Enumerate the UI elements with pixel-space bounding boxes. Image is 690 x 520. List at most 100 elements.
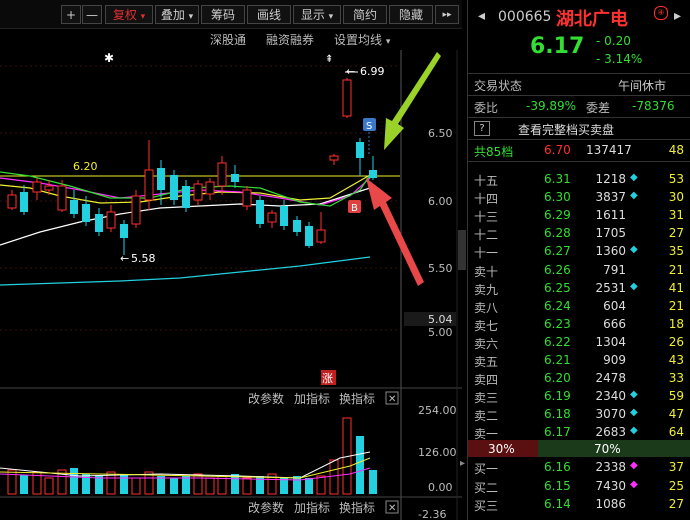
full-book-link[interactable]: 查看完整档买卖盘 xyxy=(518,121,614,138)
book-volume: 7430 xyxy=(595,478,626,493)
limit-up-label: 涨 xyxy=(322,372,333,385)
book-price: 6.15 xyxy=(544,478,571,493)
book-level: 十一 xyxy=(474,246,499,261)
huaxian-button[interactable]: 画线 xyxy=(247,5,291,24)
book-level: 买二 xyxy=(474,480,499,495)
vol-switch-indicator-button[interactable]: 换指标 xyxy=(339,391,375,406)
book-count: 21 xyxy=(668,298,684,313)
book-count: 33 xyxy=(668,371,684,386)
macd-switch-indicator-button[interactable]: 换指标 xyxy=(339,500,375,515)
volume-bar xyxy=(280,478,288,494)
kline-chart[interactable]: ✱ ⇞ ← 6.99 ← 5.58 6.20 S B 涨 6.50 6.00 5… xyxy=(0,50,462,520)
book-count: 64 xyxy=(668,425,684,440)
price-change-pct: - 3.14% xyxy=(596,52,643,66)
book-level: 卖七 xyxy=(474,318,499,333)
book-row[interactable]: 买三 6.14 1086 27 xyxy=(468,496,690,514)
book-level: 卖九 xyxy=(474,282,499,297)
close-icon[interactable]: ✕ xyxy=(388,503,396,514)
book-row[interactable]: 卖五 6.21 909 43 xyxy=(468,352,690,370)
jianyue-button[interactable]: 简约 xyxy=(343,5,387,24)
book-row[interactable]: 卖六 6.22 1304 26 xyxy=(468,334,690,352)
diamond-icon: ◆ xyxy=(630,478,638,490)
weibi-label: 委比 xyxy=(474,101,499,115)
candle-body xyxy=(131,195,141,225)
candle-body xyxy=(369,170,377,178)
book-count: 53 xyxy=(668,172,684,186)
volume-bar xyxy=(193,473,203,495)
volume-bar xyxy=(7,469,17,495)
book-level: 卖四 xyxy=(474,373,499,388)
candle-body xyxy=(82,204,90,222)
book-price: 6.18 xyxy=(544,407,571,422)
candle-body xyxy=(144,169,154,201)
book-row[interactable]: 买一 6.16 2338 ◆ 37 xyxy=(468,459,690,477)
book-count: 25 xyxy=(668,478,684,493)
xianshi-dropdown[interactable]: 显示 ▾ xyxy=(293,5,341,24)
chouma-button[interactable]: 筹码 xyxy=(201,5,245,24)
zoom-in-button[interactable]: + xyxy=(61,5,81,24)
book-volume: 1611 xyxy=(595,208,626,223)
caret-down-icon: ▾ xyxy=(328,12,334,22)
macd-param-button[interactable]: 改参数 xyxy=(248,500,284,515)
book-volume: 2478 xyxy=(595,371,626,386)
book-volume: 3070 xyxy=(595,407,626,422)
book-row[interactable]: 卖二 6.18 3070 ◆ 47 xyxy=(468,406,690,424)
volume-bar xyxy=(205,477,215,495)
vol-label: 254.00 xyxy=(418,404,457,417)
vol-param-button[interactable]: 改参数 xyxy=(248,391,284,406)
candle-body xyxy=(95,214,103,232)
book-price: 6.22 xyxy=(544,334,571,349)
book-row[interactable]: 卖十 6.26 791 21 xyxy=(468,262,690,280)
panel-toggle-handle[interactable] xyxy=(458,230,466,270)
zoom-out-button[interactable]: — xyxy=(82,5,102,24)
book-row[interactable]: 十一 6.27 1360 ◆ 35 xyxy=(468,243,690,261)
book-row[interactable]: 卖八 6.24 604 21 xyxy=(468,298,690,316)
book-level: 卖八 xyxy=(474,300,499,315)
y-label: 5.00 xyxy=(428,326,453,339)
book-count: 18 xyxy=(668,316,684,331)
book-row[interactable]: 十四 6.30 3837 ◆ 30 xyxy=(468,189,690,207)
volume-bar xyxy=(131,477,141,495)
book-row[interactable]: 买二 6.15 7430 ◆ 25 xyxy=(468,478,690,496)
volume-bar xyxy=(70,468,78,494)
chart-subbar: 深股通 融资融券 设置均线 ▾ xyxy=(0,28,402,50)
book-row[interactable]: 卖四 6.20 2478 33 xyxy=(468,370,690,388)
weibi-value: -39.89% xyxy=(526,99,577,113)
candle-body xyxy=(256,200,264,224)
chevron-right-icon[interactable]: ▸ xyxy=(460,458,465,469)
candle-body xyxy=(182,186,190,208)
macd-add-indicator-button[interactable]: 加指标 xyxy=(294,500,330,515)
help-icon[interactable]: ? xyxy=(474,121,490,136)
fuquan-dropdown[interactable]: 复权 ▾ xyxy=(105,5,153,24)
rongzi-link[interactable]: 融资融券 xyxy=(266,31,314,48)
book-count: 30 xyxy=(668,190,684,205)
book-level: 买一 xyxy=(474,462,499,476)
book-price: 6.20 xyxy=(544,371,571,386)
book-row[interactable]: 十三 6.29 1611 31 xyxy=(468,207,690,225)
more-icon[interactable]: ▸▸ xyxy=(435,5,459,24)
yincang-button[interactable]: 隐藏 xyxy=(389,5,433,24)
book-volume: 1705 xyxy=(595,226,626,241)
volume-bar xyxy=(44,477,54,495)
quote-panel: ◂ 000665 湖北广电 ④ ▸ 6.17 - 0.20 - 3.14% 交易… xyxy=(467,0,690,520)
candle-body xyxy=(205,181,215,195)
ma-line xyxy=(0,256,371,286)
close-icon[interactable]: ✕ xyxy=(388,394,396,405)
book-volume: 604 xyxy=(603,298,626,313)
shengutong-link[interactable]: 深股通 xyxy=(210,31,246,48)
prev-stock-icon[interactable]: ◂ xyxy=(478,8,485,24)
diejia-dropdown[interactable]: 叠加 ▾ xyxy=(155,5,199,24)
book-count: 47 xyxy=(668,407,684,422)
book-row[interactable]: 十五 6.31 1218 ◆ 53 xyxy=(468,171,690,189)
next-stock-icon[interactable]: ▸ xyxy=(674,8,681,24)
vol-add-indicator-button[interactable]: 加指标 xyxy=(294,391,330,406)
book-row[interactable]: 卖七 6.23 666 18 xyxy=(468,316,690,334)
book-row[interactable]: 卖九 6.25 2531 ◆ 41 xyxy=(468,280,690,298)
book-row[interactable]: 十二 6.28 1705 27 xyxy=(468,225,690,243)
book-row[interactable]: 卖三 6.19 2340 ◆ 59 xyxy=(468,388,690,406)
book-volume: 1360 xyxy=(595,244,626,259)
junxian-dropdown[interactable]: 设置均线 ▾ xyxy=(334,31,390,48)
book-price: 6.24 xyxy=(544,298,571,313)
book-price: 6.21 xyxy=(544,353,571,367)
y-label: 5.50 xyxy=(428,262,453,275)
